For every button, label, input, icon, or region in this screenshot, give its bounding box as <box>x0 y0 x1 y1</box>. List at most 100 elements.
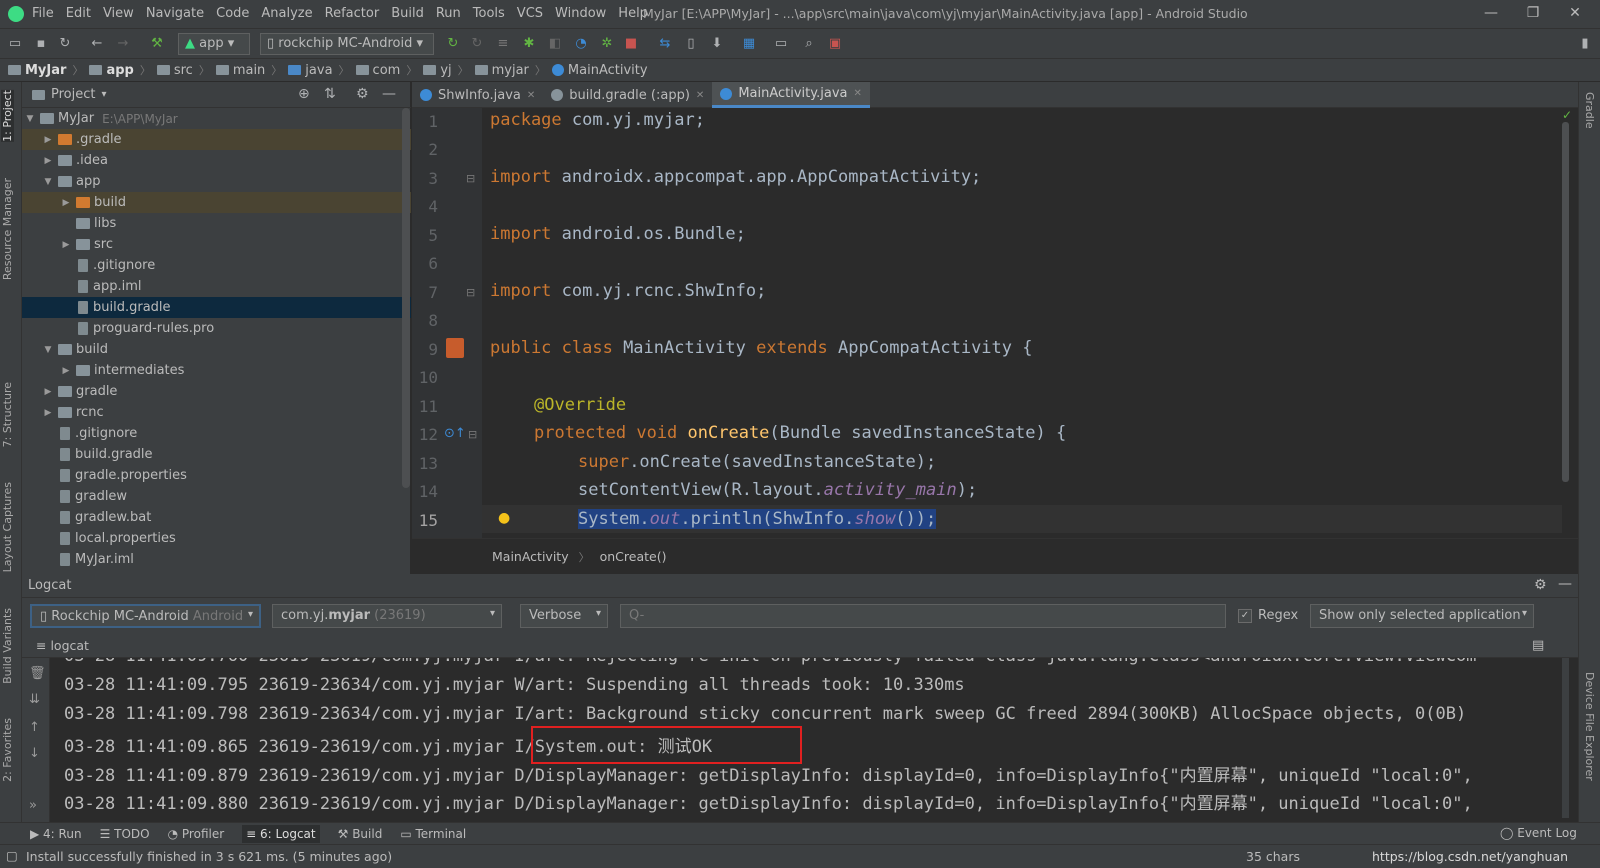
tree-item-gradle-dir[interactable]: ▶ .gradle <box>22 129 411 150</box>
run-config-select[interactable]: ▲ app ▾ <box>178 33 250 55</box>
bottom-tab-logcat[interactable]: ≡ 6: Logcat <box>242 824 320 843</box>
side-tab-device-file-explorer[interactable]: Device File Explorer <box>1583 672 1596 781</box>
sdk-manager-icon[interactable]: ⬇ <box>708 35 726 53</box>
collapse-all-icon[interactable]: ⇅ <box>324 86 336 102</box>
hide-panel-icon[interactable]: — <box>1558 576 1572 592</box>
code-line-11[interactable]: @Override <box>534 395 626 415</box>
coverage-icon[interactable]: ◧ <box>546 35 564 53</box>
attach-debugger-icon[interactable]: ✲ <box>598 35 616 53</box>
fold-icon[interactable]: ⊟ <box>466 286 475 299</box>
apply-code-changes-icon[interactable]: ↻ <box>468 35 486 53</box>
crumb-mainactivity[interactable]: MainActivity <box>551 63 648 78</box>
project-view-select[interactable]: Project <box>51 87 95 102</box>
tree-item-rcnc[interactable]: ▶ rcnc <box>22 402 411 423</box>
code-line-13[interactable]: super.onCreate(savedInstanceState); <box>578 452 936 472</box>
tree-item-local-properties[interactable]: local.properties <box>22 528 411 549</box>
up-arrow-icon[interactable]: ↑ <box>29 720 40 735</box>
menu-code[interactable]: Code <box>216 6 249 21</box>
tree-item-gitignore[interactable]: .gitignore <box>22 423 411 444</box>
log-line[interactable]: 03-28 11:41:09.879 23619-23619/com.yj.my… <box>64 761 1473 786</box>
back-arrow-icon[interactable]: ← <box>88 35 106 53</box>
crumb-main[interactable]: main <box>215 63 265 78</box>
lightbulb-icon[interactable]: ● <box>498 510 510 526</box>
tab-mainactivity[interactable]: MainActivity.java ✕ <box>712 82 870 108</box>
apply-changes-icon[interactable]: ↻ <box>444 35 462 53</box>
android-activity-gutter-icon[interactable] <box>446 338 464 358</box>
code-line-15[interactable]: System.out.println(ShwInfo.show()); <box>578 509 937 529</box>
menu-navigate[interactable]: Navigate <box>146 6 204 21</box>
tree-item-gradlew[interactable]: gradlew <box>22 486 411 507</box>
tree-item-app-build[interactable]: ▶ build <box>22 192 411 213</box>
tree-item-gradle[interactable]: ▶ gradle <box>22 381 411 402</box>
code-line-12[interactable]: protected void onCreate(Bundle savedInst… <box>534 423 1066 443</box>
event-log-button[interactable]: ◯ Event Log <box>1500 826 1577 840</box>
editor-scrollbar[interactable] <box>1562 122 1569 482</box>
process-dropdown[interactable]: com.yj.myjar (23619) ▾ <box>272 604 502 628</box>
status-icon[interactable]: ▢ <box>6 848 18 863</box>
crumb-myjar[interactable]: MyJar <box>8 63 66 78</box>
log-line[interactable]: 03-28 11:41:09.880 23619-23619/com.yj.my… <box>64 789 1473 814</box>
menu-vcs[interactable]: VCS <box>517 6 543 21</box>
tree-item-src[interactable]: ▶ src <box>22 234 411 255</box>
scroll-to-end-icon[interactable]: ⇊ <box>29 692 40 707</box>
hide-panel-icon[interactable]: — <box>382 86 396 102</box>
crumb-src[interactable]: src <box>156 63 193 78</box>
debug-icon[interactable]: ✱ <box>520 35 538 53</box>
log-search-input[interactable]: Q- <box>620 604 1226 628</box>
make-project-hammer-icon[interactable]: ⚒ <box>148 35 166 53</box>
bottom-tab-todo[interactable]: ☰ TODO <box>100 827 150 841</box>
clear-logcat-icon[interactable]: 🗑 <box>29 666 46 681</box>
search-everywhere-icon[interactable]: ⌕ <box>800 35 818 53</box>
log-line[interactable]: 03-28 11:41:09.795 23619-23634/com.yj.my… <box>64 675 965 695</box>
crumb-com[interactable]: com <box>355 63 400 78</box>
close-tab-icon[interactable]: ✕ <box>527 90 535 101</box>
settings-gear-icon[interactable]: ⚙ <box>356 86 369 102</box>
locate-icon[interactable]: ⊕ <box>298 86 310 102</box>
logcat-subtab[interactable]: ≡ logcat <box>36 638 89 653</box>
open-folder-icon[interactable]: ▭ <box>6 35 24 53</box>
device-dropdown[interactable]: ▯ Rockchip MC-Android Android ▾ <box>30 604 261 628</box>
bottom-tab-terminal[interactable]: ▭ Terminal <box>400 827 466 841</box>
menu-build[interactable]: Build <box>391 6 424 21</box>
log-level-dropdown[interactable]: Verbose ▾ <box>520 604 608 628</box>
project-structure-icon[interactable]: ▦ <box>740 35 758 53</box>
menu-view[interactable]: View <box>103 6 134 21</box>
log-line[interactable]: 03-28 11:41:09.760 23619-23619/com.yj.my… <box>64 658 1476 666</box>
bottom-tab-profiler[interactable]: ◔ Profiler <box>168 827 225 841</box>
crumb-yj[interactable]: yj <box>423 63 452 78</box>
side-tab-favorites[interactable]: 2: Favorites <box>1 718 14 782</box>
side-tab-layout-captures[interactable]: Layout Captures <box>1 482 14 572</box>
tree-item-myjar[interactable]: ▼ MyJar E:\APP\MyJar <box>22 108 411 129</box>
code-line-3[interactable]: import androidx.appcompat.app.AppCompatA… <box>490 167 981 187</box>
code-line-5[interactable]: import android.os.Bundle; <box>490 224 746 244</box>
menu-edit[interactable]: Edit <box>66 6 91 21</box>
sync-icon[interactable]: ↻ <box>56 35 74 53</box>
crumb-myjar-pkg[interactable]: myjar <box>474 63 529 78</box>
down-arrow-icon[interactable]: ↓ <box>29 746 40 761</box>
tree-item-gradle-properties[interactable]: gradle.properties <box>22 465 411 486</box>
regex-checkbox[interactable]: ✓ <box>1238 609 1252 623</box>
tree-item-build-gradle[interactable]: build.gradle <box>22 444 411 465</box>
fold-icon[interactable]: ⊟ <box>468 428 477 441</box>
layout-icon[interactable]: ▤ <box>1532 638 1544 653</box>
tree-item-idea[interactable]: ▶ .idea <box>22 150 411 171</box>
menu-window[interactable]: Window <box>555 6 606 21</box>
log-line[interactable]: 03-28 11:41:09.798 23619-23634/com.yj.my… <box>64 704 1466 724</box>
tree-item-build[interactable]: ▼ build <box>22 339 411 360</box>
run-icon[interactable]: ≡ <box>494 35 512 53</box>
forward-arrow-icon[interactable]: → <box>114 35 132 53</box>
status-message[interactable]: Install successfully finished in 3 s 621… <box>26 849 392 864</box>
menu-file[interactable]: File <box>32 6 54 21</box>
more-icon[interactable]: » <box>29 798 37 813</box>
tree-item-app-build-gradle[interactable]: build.gradle <box>22 297 411 318</box>
crumb-java[interactable]: java <box>288 63 333 78</box>
tree-item-app-iml[interactable]: app.iml <box>22 276 411 297</box>
tree-item-libs[interactable]: libs <box>22 213 411 234</box>
side-tab-structure[interactable]: 7: Structure <box>1 382 14 447</box>
close-tab-icon[interactable]: ✕ <box>853 88 861 99</box>
bottom-tab-build[interactable]: ⚒ Build <box>338 827 383 841</box>
close-tab-icon[interactable]: ✕ <box>696 90 704 101</box>
gradle-sync-icon[interactable]: ⇆ <box>656 35 674 53</box>
side-tab-project[interactable]: 1: Project <box>1 90 14 142</box>
device-manager-icon[interactable]: ▣ <box>826 35 844 53</box>
